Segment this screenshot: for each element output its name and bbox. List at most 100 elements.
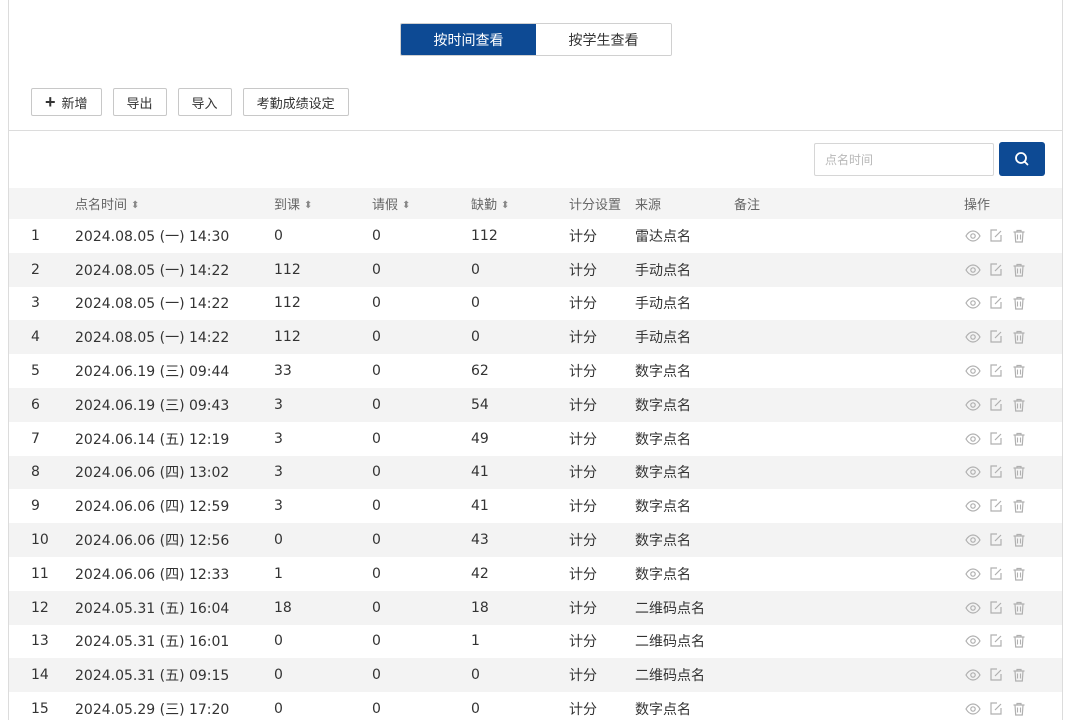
edit-icon[interactable]: [987, 666, 1005, 684]
header-ops: 操作: [964, 198, 991, 213]
trash-icon[interactable]: [1010, 227, 1028, 245]
eye-icon[interactable]: [964, 261, 982, 279]
trash-icon[interactable]: [1010, 396, 1028, 414]
cell-idx: 1: [31, 227, 40, 244]
cell-present: 18: [274, 599, 292, 616]
cell-time: 2024.06.06 (四) 12:33: [75, 566, 230, 583]
edit-icon[interactable]: [987, 632, 1005, 650]
row-actions: [964, 700, 1028, 718]
tab-by-time[interactable]: 按时间查看: [401, 24, 536, 55]
edit-icon[interactable]: [987, 227, 1005, 245]
header-time[interactable]: 点名时间 ⬍: [75, 194, 139, 213]
edit-icon[interactable]: [987, 565, 1005, 583]
trash-icon[interactable]: [1010, 463, 1028, 481]
trash-icon[interactable]: [1010, 261, 1028, 279]
view-toggle: 按时间查看 按学生查看: [400, 23, 672, 56]
trash-icon[interactable]: [1010, 632, 1028, 650]
eye-icon[interactable]: [964, 497, 982, 515]
eye-icon[interactable]: [964, 700, 982, 718]
header-absent[interactable]: 缺勤 ⬍: [471, 194, 509, 213]
add-button[interactable]: + 新增: [31, 88, 102, 116]
edit-icon[interactable]: [987, 531, 1005, 549]
row-actions: [964, 362, 1028, 380]
cell-present: 112: [274, 295, 301, 312]
cell-leave: 0: [372, 532, 381, 549]
trash-icon[interactable]: [1010, 362, 1028, 380]
edit-icon[interactable]: [987, 396, 1005, 414]
cell-absent: 43: [471, 532, 489, 549]
table-row: 1 2024.08.05 (一) 14:30 0 0 112 计分 雷达点名: [9, 219, 1062, 253]
cell-present: 0: [274, 227, 283, 244]
eye-icon[interactable]: [964, 227, 982, 245]
cell-leave: 0: [372, 363, 381, 380]
search-button[interactable]: [999, 142, 1045, 176]
cell-time: 2024.06.06 (四) 13:02: [75, 465, 230, 482]
edit-icon[interactable]: [987, 328, 1005, 346]
header-leave[interactable]: 请假 ⬍: [372, 194, 410, 213]
sort-icon: ⬍: [501, 200, 510, 211]
cell-time: 2024.08.05 (一) 14:30: [75, 228, 230, 245]
eye-icon[interactable]: [964, 294, 982, 312]
edit-icon[interactable]: [987, 463, 1005, 481]
cell-score: 计分: [569, 634, 597, 651]
attendance-settings-button[interactable]: 考勤成绩设定: [242, 88, 349, 116]
eye-icon[interactable]: [964, 396, 982, 414]
trash-icon[interactable]: [1010, 430, 1028, 448]
trash-icon[interactable]: [1010, 497, 1028, 515]
cell-score: 计分: [569, 228, 597, 245]
cell-time: 2024.06.06 (四) 12:56: [75, 533, 230, 550]
cell-absent: 0: [471, 329, 480, 346]
header-leave-label: 请假: [372, 198, 399, 213]
trash-icon[interactable]: [1010, 294, 1028, 312]
trash-icon[interactable]: [1010, 565, 1028, 583]
cell-score: 计分: [569, 465, 597, 482]
cell-source: 数字点名: [635, 533, 691, 550]
cell-idx: 8: [31, 464, 40, 481]
table-row: 15 2024.05.29 (三) 17:20 0 0 0 计分 数字点名: [9, 692, 1062, 720]
eye-icon[interactable]: [964, 565, 982, 583]
eye-icon[interactable]: [964, 430, 982, 448]
header-remark: 备注: [734, 198, 761, 213]
table-row: 11 2024.06.06 (四) 12:33 1 0 42 计分 数字点名: [9, 557, 1062, 591]
eye-icon[interactable]: [964, 531, 982, 549]
edit-icon[interactable]: [987, 700, 1005, 718]
search-input[interactable]: [814, 143, 994, 176]
cell-absent: 0: [471, 295, 480, 312]
trash-icon[interactable]: [1010, 531, 1028, 549]
edit-icon[interactable]: [987, 294, 1005, 312]
edit-icon[interactable]: [987, 362, 1005, 380]
edit-icon[interactable]: [987, 599, 1005, 617]
import-button[interactable]: 导入: [177, 88, 232, 116]
cell-source: 手动点名: [635, 296, 691, 313]
edit-icon[interactable]: [987, 430, 1005, 448]
trash-icon[interactable]: [1010, 700, 1028, 718]
tab-by-student[interactable]: 按学生查看: [536, 24, 671, 55]
edit-icon[interactable]: [987, 261, 1005, 279]
export-button[interactable]: 导出: [112, 88, 167, 116]
row-actions: [964, 463, 1028, 481]
eye-icon[interactable]: [964, 362, 982, 380]
eye-icon[interactable]: [964, 599, 982, 617]
eye-icon[interactable]: [964, 463, 982, 481]
eye-icon[interactable]: [964, 632, 982, 650]
sort-icon: ⬍: [402, 200, 411, 211]
trash-icon[interactable]: [1010, 599, 1028, 617]
trash-icon[interactable]: [1010, 666, 1028, 684]
cell-present: 0: [274, 633, 283, 650]
eye-icon[interactable]: [964, 328, 982, 346]
cell-idx: 2: [31, 261, 40, 278]
eye-icon[interactable]: [964, 666, 982, 684]
table-row: 7 2024.06.14 (五) 12:19 3 0 49 计分 数字点名: [9, 422, 1062, 456]
cell-idx: 5: [31, 363, 40, 380]
cell-time: 2024.05.31 (五) 16:04: [75, 600, 230, 617]
cell-idx: 9: [31, 498, 40, 515]
trash-icon[interactable]: [1010, 328, 1028, 346]
cell-source: 数字点名: [635, 364, 691, 381]
cell-score: 计分: [569, 668, 597, 685]
header-present[interactable]: 到课 ⬍: [274, 194, 312, 213]
edit-icon[interactable]: [987, 497, 1005, 515]
cell-score: 计分: [569, 566, 597, 583]
cell-absent: 112: [471, 227, 498, 244]
cell-time: 2024.08.05 (一) 14:22: [75, 330, 230, 347]
row-actions: [964, 430, 1028, 448]
